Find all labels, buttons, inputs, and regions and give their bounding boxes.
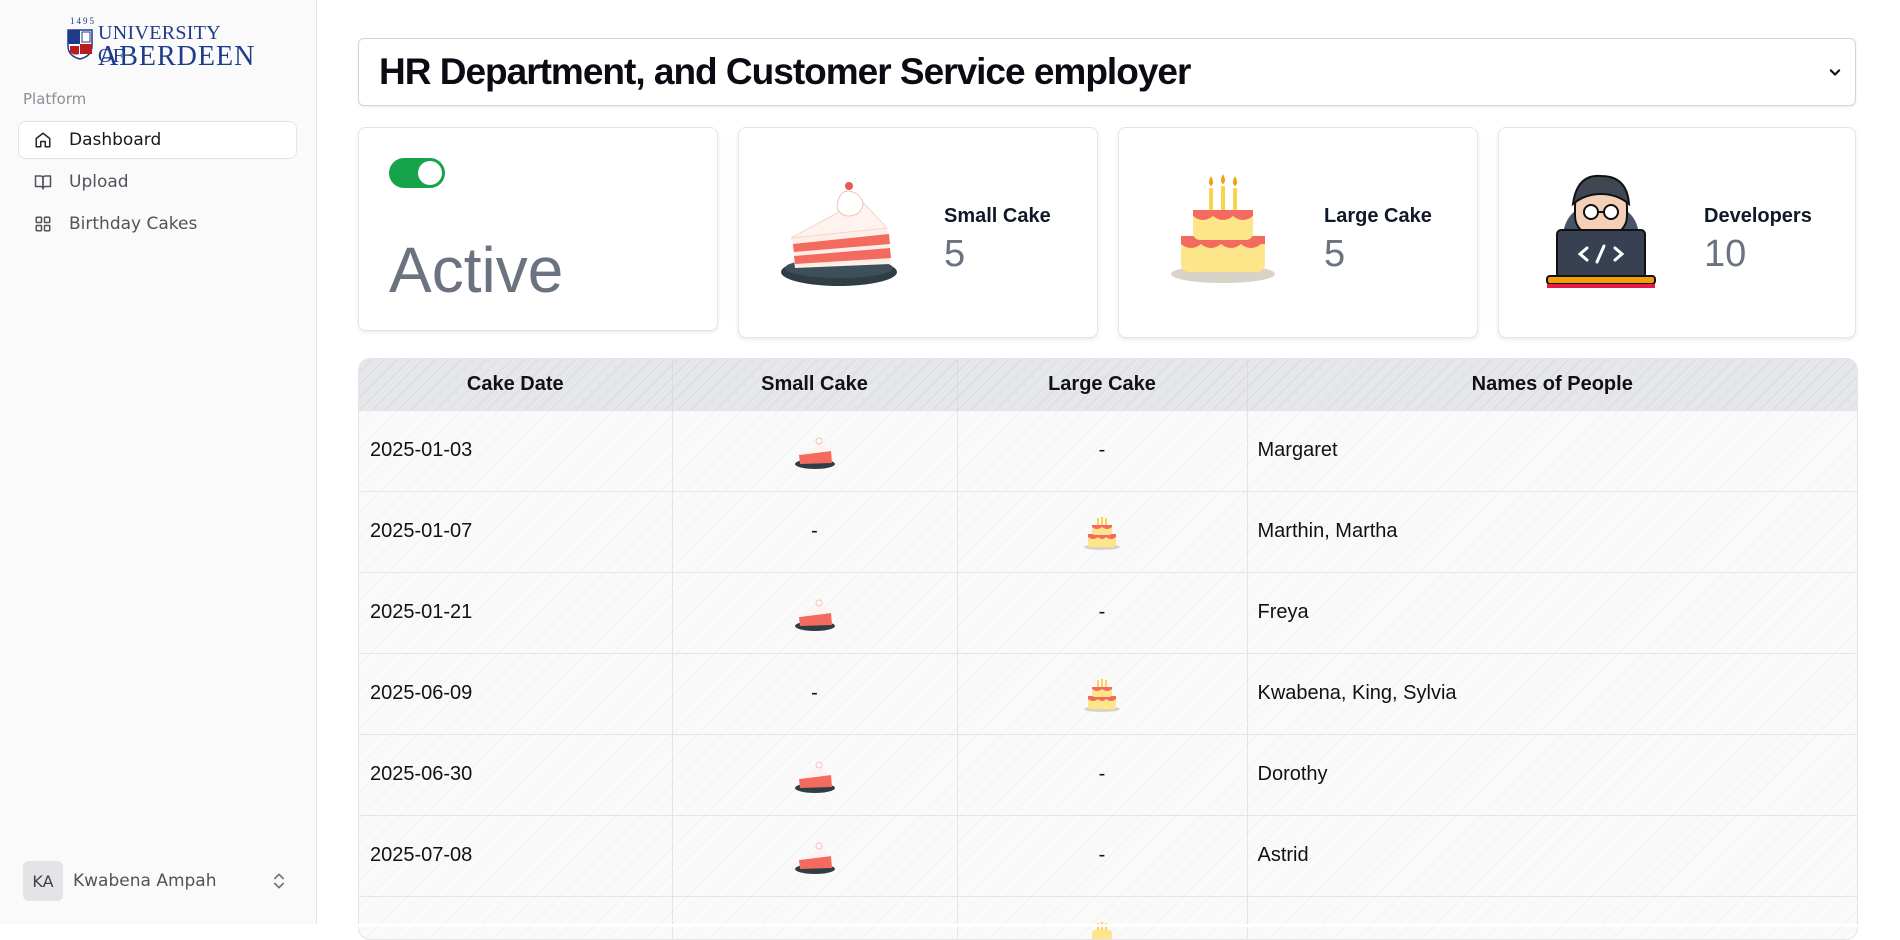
large-cake-label: Large Cake [1324,205,1432,227]
developer-icon [1546,174,1656,288]
status-text: Active [389,234,564,306]
cell-small-cake [672,410,958,491]
small-cake-label: Small Cake [944,205,1051,227]
sidebar-item-label: Dashboard [69,130,162,150]
department-select[interactable]: HR Department, and Customer Service empl… [358,38,1856,106]
sidebar-item-label: Upload [69,172,129,192]
home-icon [33,130,53,150]
cell-large-cake [957,896,1248,939]
avatar: KA [23,861,63,901]
cell-large-cake: - [957,734,1248,815]
large-cake-count: 5 [1324,233,1346,275]
table-row[interactable]: 2025-06-30 - Dorothy [359,734,1857,815]
cell-names: Freya [1257,601,1309,623]
table-row[interactable]: 2025-01-21 - Freya [359,572,1857,653]
cell-small-cake [672,572,958,653]
cell-small-cake [672,896,958,939]
cell-names [1247,896,1857,939]
small-cake-icon [794,842,835,874]
sidebar-item-dashboard[interactable]: Dashboard [18,121,297,159]
small-cake-card: Small Cake 5 [738,127,1098,338]
sidebar-item-upload[interactable]: Upload [18,163,297,201]
cell-large-cake: - [957,410,1248,491]
cell-large-cake [957,491,1248,572]
small-cake-icon [781,182,897,286]
logo-city-text: ABERDEEN [98,41,256,72]
chevrons-up-down-icon[interactable] [269,871,289,891]
crest-icon [67,29,93,60]
grid-icon [33,214,53,234]
cell-small-cake [672,815,958,896]
toggle-knob [418,161,442,185]
table-header-row: Cake Date Small Cake Large Cake Names of… [359,359,1857,410]
chevron-down-icon [1829,69,1841,76]
cell-names: Marthin, Martha [1257,520,1398,542]
status-card: Active [358,127,718,331]
developers-count: 10 [1704,233,1747,275]
large-cake-card: Large Cake 5 [1118,127,1478,338]
cell-date: 2025-07-08 [359,815,673,896]
table-row[interactable] [359,896,1857,939]
cell-small-cake: - [672,491,958,572]
sidebar-nav: Dashboard Upload Birthday Cakes [18,121,297,247]
cell-date: 2025-06-09 [359,653,673,734]
table-row[interactable]: 2025-07-08 - Astrid [359,815,1857,896]
cell-large-cake: - [957,572,1248,653]
small-cake-count: 5 [944,233,966,275]
book-open-icon [33,172,53,192]
user-name: Kwabena Ampah [73,871,217,891]
column-header-large-cake[interactable]: Large Cake [957,359,1248,410]
sidebar: 1495 UNIVERSITY OF ABERDEEN Platform Das… [0,0,317,927]
sidebar-item-birthday-cakes[interactable]: Birthday Cakes [18,205,297,243]
developers-label: Developers [1704,205,1812,227]
platform-section-label: Platform [23,90,87,108]
large-cake-icon [1092,921,1112,939]
status-toggle[interactable] [389,158,445,188]
column-header-names[interactable]: Names of People [1247,359,1857,410]
table-row[interactable]: 2025-01-03 - Margaret [359,410,1857,491]
cell-names: Astrid [1257,844,1309,866]
cell-large-cake [957,653,1248,734]
small-cake-icon [794,761,835,793]
cake-table: Cake Date Small Cake Large Cake Names of… [358,358,1858,940]
cell-small-cake [672,734,958,815]
cell-date: 2025-06-30 [359,734,673,815]
small-cake-icon [794,437,835,469]
cell-large-cake: - [957,815,1248,896]
university-logo[interactable]: 1495 UNIVERSITY OF ABERDEEN [66,16,254,71]
large-cake-icon [1084,516,1120,550]
column-header-small-cake[interactable]: Small Cake [672,359,958,410]
cell-names: Margaret [1257,439,1338,461]
page-title: HR Department, and Customer Service empl… [379,51,1191,92]
column-header-cake-date[interactable]: Cake Date [359,359,673,410]
developers-card: Developers 10 [1498,127,1856,338]
cell-date: 2025-01-03 [359,410,673,491]
cell-names: Dorothy [1257,763,1328,785]
cell-small-cake: - [672,653,958,734]
logo-year: 1495 [70,16,96,26]
table-row[interactable]: 2025-06-09 - Kwabena, King, Sylvia [359,653,1857,734]
cell-date: 2025-01-21 [359,572,673,653]
large-cake-icon [1171,174,1275,283]
cell-date: 2025-01-07 [359,491,673,572]
small-cake-icon [794,599,835,631]
user-menu[interactable]: KA Kwabena Ampah [23,861,293,901]
table-row[interactable]: 2025-01-07 - Marthin, Martha [359,491,1857,572]
large-cake-icon [1084,678,1120,712]
sidebar-item-label: Birthday Cakes [69,214,198,234]
cell-date [359,896,673,939]
cell-names: Kwabena, King, Sylvia [1257,682,1457,704]
